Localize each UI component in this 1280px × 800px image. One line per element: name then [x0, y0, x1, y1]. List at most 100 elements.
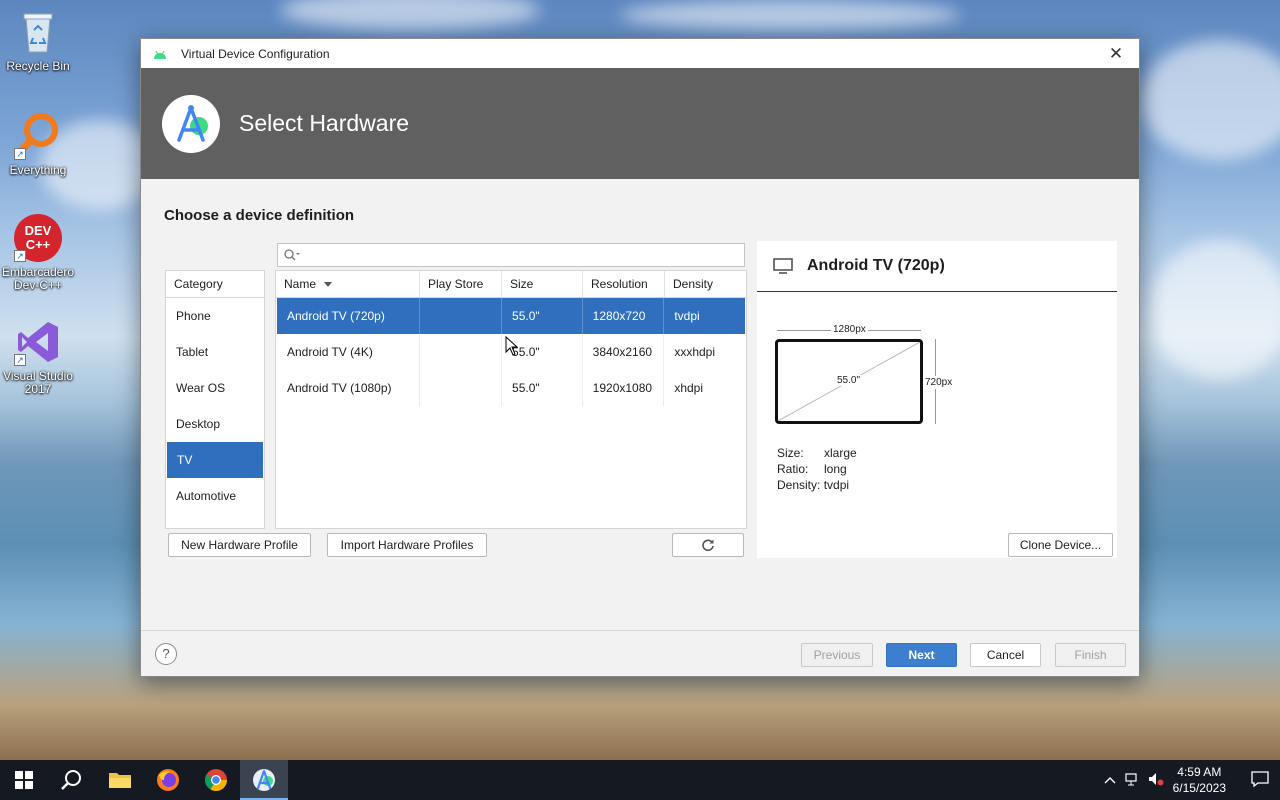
cell-play-store: [420, 298, 503, 334]
cell-name: Android TV (720p): [277, 298, 421, 334]
cell-name: Android TV (4K): [277, 334, 421, 370]
close-icon[interactable]: ✕: [1093, 39, 1139, 68]
desktop-icon-label: Recycle Bin: [6, 59, 70, 73]
volume-muted-icon: [1148, 772, 1164, 785]
show-hidden-icons-button[interactable]: [1099, 773, 1121, 787]
height-label: 720px: [925, 376, 953, 389]
column-header-name[interactable]: Name: [276, 271, 420, 297]
spec-ratio: Ratio: long: [777, 462, 847, 476]
tv-icon: [773, 258, 793, 274]
detail-device-name: Android TV (720p): [807, 257, 945, 274]
taskbar-firefox[interactable]: [144, 760, 192, 800]
import-hardware-profiles-button[interactable]: Import Hardware Profiles: [327, 533, 487, 557]
device-preview: 1280px 55.0" 720px: [775, 324, 965, 424]
taskbar-android-studio[interactable]: [240, 760, 288, 800]
taskbar: 4:59 AM 6/15/2023: [0, 760, 1280, 800]
spec-value: xlarge: [824, 446, 857, 460]
detail-header: Android TV (720p): [757, 241, 1117, 292]
column-header-density[interactable]: Density: [665, 271, 746, 297]
desktop-icon-everything[interactable]: ↗ Everything: [0, 112, 76, 177]
diagonal-label: 55.0": [836, 375, 862, 386]
dialog-title: Virtual Device Configuration: [181, 46, 330, 61]
column-header-size[interactable]: Size: [502, 271, 583, 297]
desktop-icon-visual-studio[interactable]: ↗ Visual Studio 2017: [0, 318, 76, 396]
table-row[interactable]: Android TV (720p) 55.0" 1280x720 tvdpi: [277, 298, 745, 334]
new-hardware-profile-button[interactable]: New Hardware Profile: [168, 533, 311, 557]
wizard-banner: Select Hardware: [141, 68, 1139, 179]
search-input[interactable]: [277, 243, 745, 267]
spec-size: Size: xlarge: [777, 446, 857, 460]
device-detail-panel: Android TV (720p) 1280px 55.0" 720px Siz…: [757, 241, 1117, 558]
clock-time: 4:59 AM: [1177, 765, 1222, 779]
spec-value: tvdpi: [823, 478, 850, 492]
column-header-resolution[interactable]: Resolution: [583, 271, 665, 297]
category-item-tablet[interactable]: Tablet: [166, 334, 264, 370]
column-label: Name: [284, 277, 317, 291]
volume-button[interactable]: [1145, 772, 1167, 789]
search-button[interactable]: [48, 760, 96, 800]
category-header: Category: [166, 271, 264, 298]
windows-logo-icon: [15, 771, 33, 789]
cell-play-store: [420, 370, 503, 406]
dialog-titlebar[interactable]: Virtual Device Configuration ✕: [141, 39, 1139, 68]
dialog-footer: ? Previous Next Cancel Finish: [141, 630, 1139, 677]
network-button[interactable]: [1121, 772, 1145, 789]
firefox-icon: [157, 769, 179, 791]
shortcut-arrow-icon: ↗: [14, 250, 26, 262]
clone-device-button[interactable]: Clone Device...: [1008, 533, 1113, 557]
desktop-icon-recycle-bin[interactable]: Recycle Bin: [0, 8, 76, 73]
cell-size: 55.0": [502, 298, 583, 334]
search-icon: [284, 249, 300, 261]
devcpp-icon: DEV C++ ↗: [14, 214, 62, 262]
start-button[interactable]: [0, 760, 48, 800]
width-label: 1280px: [831, 324, 868, 335]
search-icon: [61, 770, 81, 790]
table-row[interactable]: Android TV (1080p) 55.0" 1920x1080 xhdpi: [277, 370, 745, 406]
spec-value: long: [824, 462, 847, 476]
column-header-play-store[interactable]: Play Store: [420, 271, 502, 297]
cell-resolution: 1280x720: [583, 298, 665, 334]
cancel-button[interactable]: Cancel: [970, 643, 1041, 667]
cell-density: xhdpi: [674, 381, 704, 395]
chevron-up-icon: [1104, 777, 1116, 784]
spec-key: Ratio:: [777, 462, 809, 476]
chrome-icon: [205, 769, 227, 791]
taskbar-file-explorer[interactable]: [96, 760, 144, 800]
android-studio-logo-icon: [162, 94, 220, 153]
table-header: Name Play Store Size Resolution Density: [276, 271, 746, 298]
category-item-automotive[interactable]: Automotive: [166, 478, 264, 514]
category-item-wear-os[interactable]: Wear OS: [166, 370, 264, 406]
spec-key: Density:: [777, 478, 821, 492]
next-button[interactable]: Next: [886, 643, 957, 667]
action-center-button[interactable]: [1240, 770, 1280, 790]
category-item-phone[interactable]: Phone: [166, 298, 264, 334]
category-list: Category Phone Tablet Wear OS Desktop TV…: [165, 270, 265, 529]
taskbar-chrome[interactable]: [192, 760, 240, 800]
clock-date: 6/15/2023: [1172, 781, 1226, 795]
category-item-desktop[interactable]: Desktop: [166, 406, 264, 442]
cell-name: Android TV (1080p): [277, 370, 421, 406]
visual-studio-icon: ↗: [14, 318, 62, 366]
search-text-field[interactable]: [304, 248, 744, 262]
previous-button[interactable]: Previous: [801, 643, 873, 667]
cell-resolution: 1920x1080: [583, 370, 665, 406]
spec-key: Size:: [777, 446, 804, 460]
finish-button[interactable]: Finish: [1055, 643, 1126, 667]
category-item-tv[interactable]: TV: [167, 442, 263, 478]
help-icon[interactable]: ?: [155, 643, 177, 665]
shortcut-arrow-icon: ↗: [14, 354, 26, 366]
android-icon: [154, 50, 166, 59]
system-tray: 4:59 AM 6/15/2023: [1099, 760, 1280, 800]
mouse-cursor-icon: [505, 336, 519, 356]
android-studio-icon: [253, 769, 275, 791]
clock[interactable]: 4:59 AM 6/15/2023: [1173, 764, 1226, 796]
desktop-icon-devcpp[interactable]: DEV C++ ↗ Embarcadero Dev-C++: [0, 214, 76, 292]
spec-density: Density: tvdpi: [777, 478, 849, 492]
desktop-icon-label: Visual Studio 2017: [3, 369, 73, 396]
virtual-device-configuration-dialog: Virtual Device Configuration ✕ Select Ha…: [140, 38, 1140, 677]
refresh-button[interactable]: [672, 533, 744, 557]
cell-play-store: [420, 334, 503, 370]
sort-descending-icon: [324, 282, 333, 288]
device-table: Name Play Store Size Resolution Density …: [275, 270, 747, 529]
shortcut-arrow-icon: ↗: [14, 148, 26, 160]
